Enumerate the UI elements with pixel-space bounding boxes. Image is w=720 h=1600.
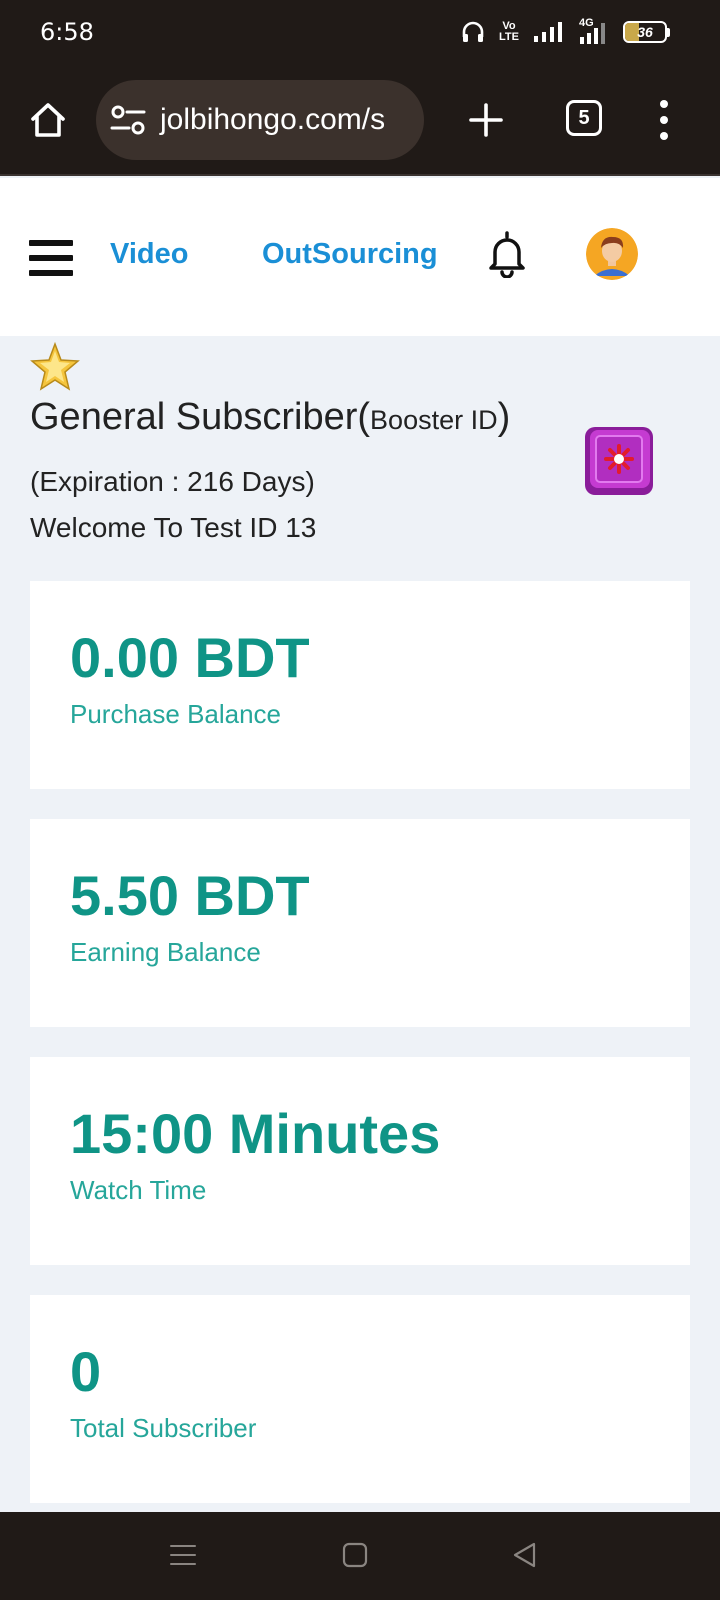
status-time: 6:58 [40, 18, 94, 46]
earning-balance-card: 5.50 BDT Earning Balance [30, 819, 690, 1027]
url-text: jolbihongo.com/s [160, 103, 386, 136]
headphones-icon [462, 21, 484, 42]
menu-dot [660, 100, 668, 108]
menu-line [29, 255, 73, 261]
new-tab-button[interactable] [462, 96, 510, 144]
paren-open: ( [357, 396, 371, 438]
total-subscriber-label: Total Subscriber [70, 1413, 257, 1443]
site-header: Video OutSourcing [0, 178, 720, 336]
paren-close: ) [497, 396, 511, 438]
avatar[interactable] [586, 228, 638, 280]
total-subscriber-card: 0 Total Subscriber [30, 1295, 690, 1503]
tabs-icon[interactable]: 5 [566, 100, 602, 136]
nav-link-video[interactable]: Video [110, 238, 188, 271]
volte-bottom-text: LTE [499, 31, 519, 43]
address-bar[interactable]: jolbihongo.com/s [96, 80, 424, 160]
menu-icon[interactable] [29, 240, 73, 276]
battery-body: 36 [623, 21, 667, 43]
home-icon [31, 103, 65, 137]
menu-line [29, 240, 73, 246]
menu-dot [660, 132, 668, 140]
tab-count: 5 [578, 106, 590, 129]
star-icon [30, 342, 80, 391]
booster-label: Booster ID [370, 405, 498, 435]
nav-link-outsourcing[interactable]: OutSourcing [262, 238, 438, 271]
expiration-text: (Expiration : 216 Days) [30, 466, 315, 497]
signal-4g-icon: 4G [577, 17, 609, 45]
battery-level: 36 [637, 24, 653, 40]
purchase-balance-value: 0.00 BDT [70, 626, 310, 689]
system-home-icon[interactable] [340, 1540, 370, 1570]
bell-icon[interactable] [486, 230, 528, 278]
earning-balance-label: Earning Balance [70, 937, 261, 967]
more-vert-icon[interactable] [652, 96, 676, 144]
status-icons: Vo LTE 4G 36 [461, 17, 670, 46]
subscriber-type: General Subscriber [30, 396, 358, 438]
back-icon[interactable] [510, 1540, 540, 1570]
browser-toolbar: jolbihongo.com/s 5 [0, 64, 720, 176]
earning-balance-value: 5.50 BDT [70, 864, 310, 927]
plus-icon [469, 103, 503, 137]
battery-cap [667, 27, 670, 37]
watch-time-card: 15:00 Minutes Watch Time [30, 1057, 690, 1265]
total-subscriber-value: 0 [70, 1340, 102, 1403]
status-bar: 6:58 Vo LTE 4G 36 [0, 0, 720, 64]
signal-icon [534, 22, 562, 42]
recents-icon[interactable] [168, 1540, 198, 1570]
menu-dot [660, 116, 668, 124]
battery-icon: 36 [623, 21, 670, 43]
menu-line [29, 270, 73, 276]
purchase-balance-label: Purchase Balance [70, 699, 282, 729]
purchase-balance-card: 0.00 BDT Purchase Balance [30, 581, 690, 789]
watch-time-label: Watch Time [70, 1175, 207, 1205]
welcome-text: Welcome To Test ID 13 [30, 512, 317, 543]
page-title: General Subscriber(Booster ID) [30, 396, 510, 439]
site-settings-icon[interactable] [110, 104, 146, 136]
watch-time-value: 15:00 Minutes [70, 1102, 441, 1165]
volte-icon: Vo LTE [499, 21, 519, 43]
browser-home-button[interactable] [22, 94, 74, 146]
system-nav-bar [0, 1512, 720, 1600]
avatar-icon [586, 228, 638, 280]
booster-icon[interactable] [582, 424, 656, 498]
